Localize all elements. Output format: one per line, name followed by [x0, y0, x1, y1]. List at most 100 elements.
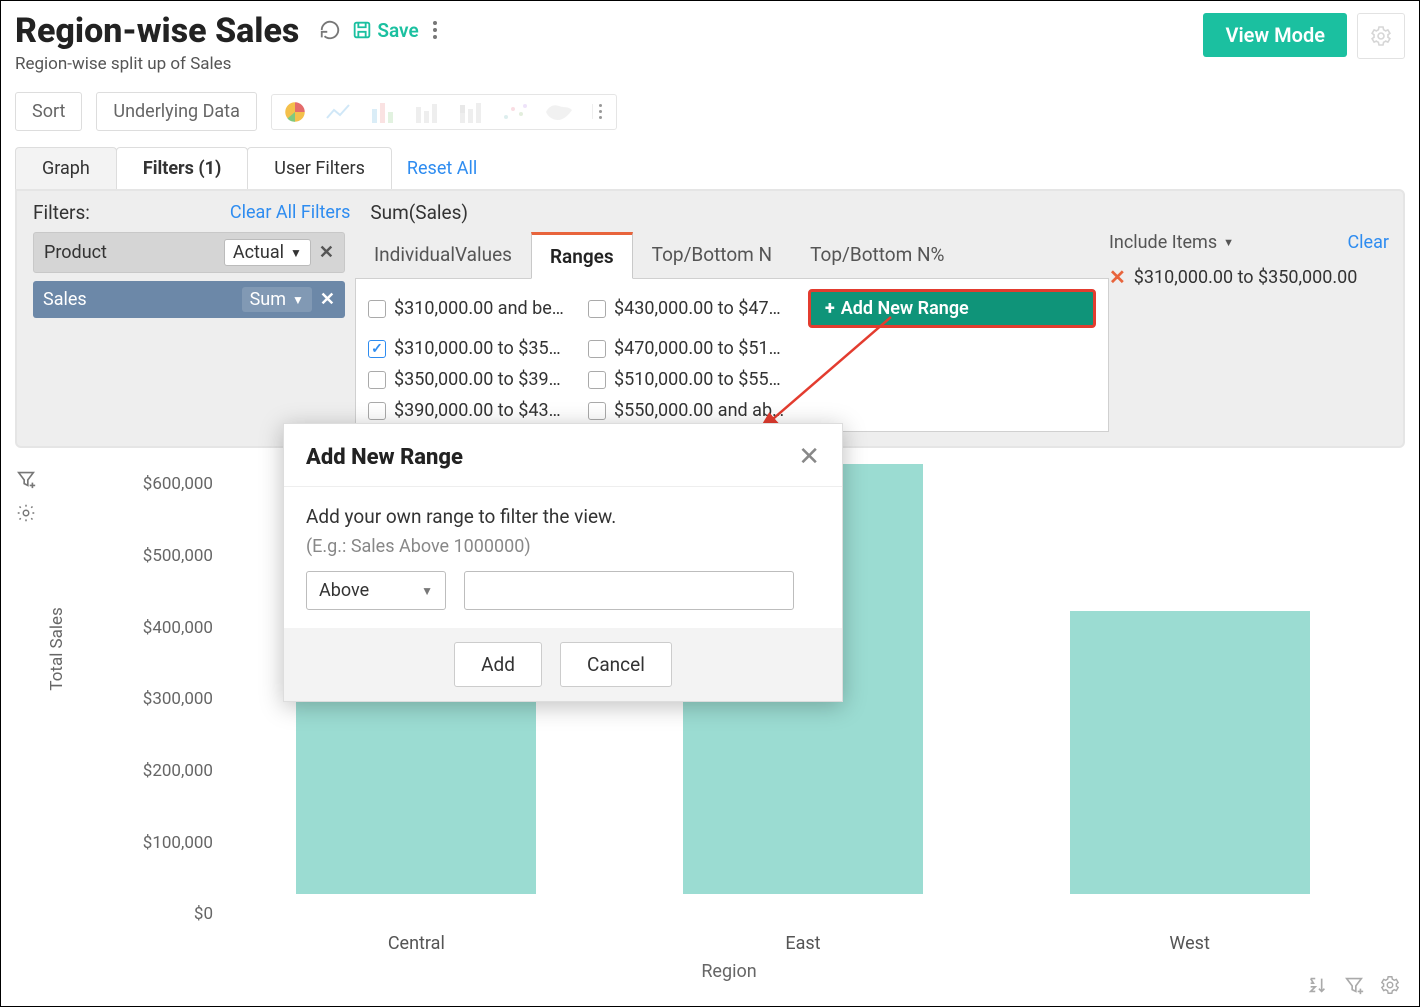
tab-user-filters[interactable]: User Filters — [247, 147, 392, 189]
more-menu-icon[interactable] — [429, 17, 441, 43]
pill-name: Product — [44, 242, 224, 263]
checkbox-icon[interactable] — [368, 371, 386, 389]
range-label: $390,000.00 to $43… — [394, 400, 561, 421]
subtab-top-bottom-n[interactable]: Top/Bottom N — [633, 232, 791, 278]
save-label: Save — [377, 19, 418, 42]
y-axis-title: Total Sales — [47, 608, 67, 691]
subtab-ranges[interactable]: Ranges — [531, 232, 633, 279]
chevron-down-icon: ▼ — [292, 293, 304, 307]
settings-button[interactable] — [1357, 13, 1405, 59]
reset-all-link[interactable]: Reset All — [407, 158, 477, 189]
scatter-chart-icon[interactable] — [500, 99, 530, 125]
checkbox-icon[interactable] — [588, 402, 606, 420]
chart-settings-icon[interactable] — [15, 502, 53, 524]
range-label: $430,000.00 to $47… — [614, 298, 781, 319]
chart-bar[interactable] — [296, 669, 536, 895]
x-axis-title: Region — [701, 961, 756, 982]
range-checkbox-item[interactable]: $350,000.00 to $39… — [368, 369, 578, 390]
tab-graph[interactable]: Graph — [15, 147, 117, 189]
subtab-top-bottom-n-percent[interactable]: Top/Bottom N% — [791, 232, 963, 278]
bar-chart-grey-icon[interactable] — [412, 99, 442, 125]
page-subtitle: Region-wise split up of Sales — [15, 54, 299, 74]
modal-hint: (E.g.: Sales Above 1000000) — [306, 536, 820, 557]
checkbox-icon[interactable] — [368, 402, 386, 420]
pill-name: Sales — [43, 289, 242, 310]
bar-chart-multicolor-icon[interactable] — [368, 99, 398, 125]
range-label: $310,000.00 and be… — [394, 298, 564, 319]
filter-add-icon[interactable] — [15, 468, 53, 490]
subtab-individual-values[interactable]: IndividualValues — [355, 232, 531, 278]
included-range-label: $310,000.00 to $350,000.00 — [1134, 267, 1358, 288]
y-tick-label: $0 — [194, 904, 213, 924]
filter-panel: Filters: Clear All Filters Sum(Sales) Pr… — [15, 189, 1405, 448]
range-value-input[interactable] — [464, 571, 794, 610]
range-checkbox-item[interactable]: $310,000.00 and be… — [368, 289, 578, 328]
filter-pill-sales[interactable]: Sales Sum ▼ ✕ — [33, 281, 345, 318]
filter-add-footer-icon[interactable] — [1343, 974, 1365, 996]
select-value: Above — [319, 580, 369, 601]
pill-aggregation-sales[interactable]: Sum ▼ — [242, 287, 312, 312]
modal-add-button[interactable]: Add — [454, 642, 542, 687]
y-tick-label: $600,000 — [143, 474, 213, 494]
chart-bar[interactable] — [1070, 611, 1310, 894]
chevron-down-icon: ▼ — [290, 246, 302, 260]
refresh-icon[interactable] — [319, 19, 341, 41]
modal-cancel-button[interactable]: Cancel — [560, 642, 672, 687]
range-label: $550,000.00 and ab… — [614, 400, 784, 421]
range-label: $510,000.00 to $55… — [614, 369, 781, 390]
filter-pill-product[interactable]: Product Actual ▼ ✕ — [33, 232, 345, 273]
range-checkbox-item[interactable]: $510,000.00 to $55… — [588, 369, 798, 390]
chart-type-more-icon[interactable] — [592, 104, 608, 119]
pie-chart-icon[interactable] — [280, 99, 310, 125]
clear-included-link[interactable]: Clear — [1347, 232, 1389, 253]
pill-agg-value: Sum — [250, 289, 286, 310]
checkbox-icon[interactable] — [368, 340, 386, 358]
checkbox-icon[interactable] — [588, 340, 606, 358]
x-tick-label: West — [996, 933, 1383, 954]
plus-icon: + — [825, 298, 835, 319]
range-checkbox-item[interactable]: $390,000.00 to $43… — [368, 400, 578, 421]
checkbox-icon[interactable] — [588, 371, 606, 389]
settings-footer-icon[interactable] — [1379, 974, 1401, 996]
range-checkbox-item[interactable]: $430,000.00 to $47… — [588, 289, 798, 328]
tab-filters[interactable]: Filters (1) — [116, 147, 248, 189]
included-range-item: ✕ $310,000.00 to $350,000.00 — [1109, 265, 1389, 289]
sum-sales-label: Sum(Sales) — [370, 201, 468, 224]
stacked-bar-icon[interactable] — [456, 99, 486, 125]
checkbox-icon[interactable] — [588, 300, 606, 318]
chevron-down-icon: ▼ — [1223, 236, 1234, 249]
range-label: $350,000.00 to $39… — [394, 369, 561, 390]
y-tick-label: $100,000 — [143, 833, 213, 853]
filters-label: Filters: — [33, 201, 90, 224]
sort-az-icon[interactable] — [1307, 974, 1329, 996]
save-button[interactable]: Save — [351, 19, 418, 42]
modal-close-icon[interactable]: ✕ — [798, 442, 820, 472]
chart-type-toolbar — [271, 94, 617, 130]
range-operator-select[interactable]: Above ▼ — [306, 571, 446, 610]
remove-filter-icon[interactable]: ✕ — [320, 289, 335, 310]
map-chart-icon[interactable] — [544, 99, 574, 125]
remove-filter-icon[interactable]: ✕ — [319, 242, 334, 263]
range-label: $310,000.00 to $35… — [394, 338, 561, 359]
clear-all-filters-link[interactable]: Clear All Filters — [230, 202, 350, 223]
remove-included-icon[interactable]: ✕ — [1109, 265, 1126, 289]
range-checkbox-item[interactable]: $310,000.00 to $35… — [368, 338, 578, 359]
x-tick-label: Central — [223, 933, 610, 954]
checkbox-icon[interactable] — [368, 300, 386, 318]
add-new-range-button[interactable]: +Add New Range — [808, 289, 1096, 328]
y-tick-label: $400,000 — [143, 618, 213, 638]
view-mode-button[interactable]: View Mode — [1203, 13, 1347, 57]
line-chart-icon[interactable] — [324, 99, 354, 125]
range-checkbox-item[interactable]: $550,000.00 and ab… — [588, 400, 798, 421]
modal-title: Add New Range — [306, 445, 463, 470]
page-title: Region-wise Sales — [15, 13, 299, 50]
y-tick-label: $300,000 — [143, 689, 213, 709]
chevron-down-icon: ▼ — [421, 584, 433, 598]
y-tick-label: $500,000 — [143, 546, 213, 566]
include-items-dropdown[interactable]: Include Items — [1109, 232, 1217, 253]
sort-button[interactable]: Sort — [15, 92, 82, 131]
range-checkbox-item[interactable]: $470,000.00 to $51… — [588, 338, 798, 359]
underlying-data-button[interactable]: Underlying Data — [96, 92, 256, 131]
add-new-range-modal: Add New Range ✕ Add your own range to fi… — [283, 423, 843, 702]
pill-aggregation-product[interactable]: Actual ▼ — [224, 239, 311, 266]
